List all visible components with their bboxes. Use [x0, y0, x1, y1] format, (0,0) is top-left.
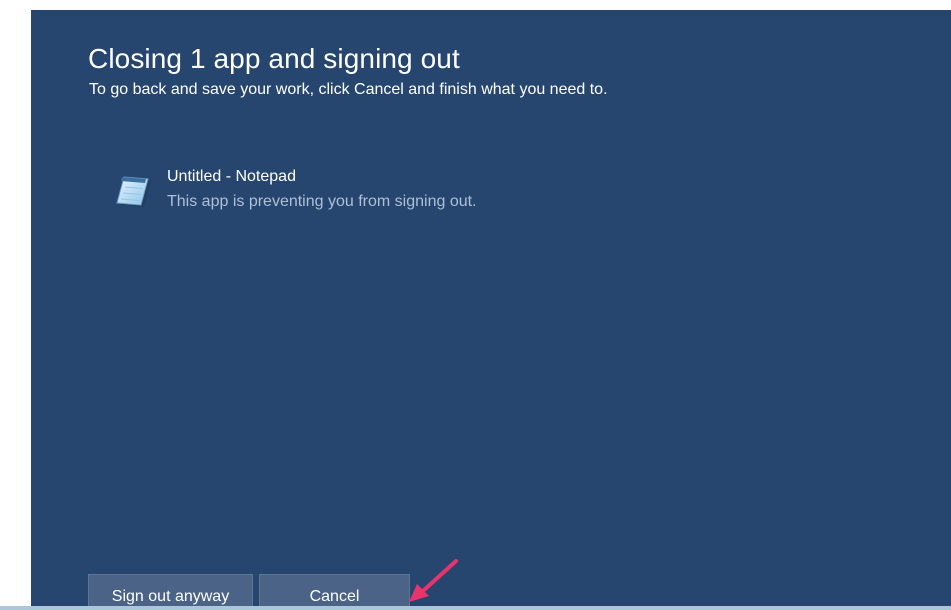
- dialog-subtitle: To go back and save your work, click Can…: [89, 81, 608, 98]
- dialog-title: Closing 1 app and signing out: [88, 43, 460, 74]
- sign-out-anyway-button[interactable]: Sign out anyway: [88, 574, 253, 610]
- blocking-app-item: Untitled - Notepad This app is preventin…: [107, 165, 627, 217]
- cancel-button[interactable]: Cancel: [259, 574, 410, 610]
- screen: Closing 1 app and signing out To go back…: [0, 0, 951, 610]
- pointer-arrow-icon: [401, 558, 471, 608]
- taskbar-edge: [0, 606, 951, 610]
- notepad-icon: [107, 171, 155, 213]
- sign-out-dialog: Closing 1 app and signing out To go back…: [31, 10, 951, 610]
- app-status: This app is preventing you from signing …: [167, 193, 477, 210]
- app-name: Untitled - Notepad: [167, 168, 296, 185]
